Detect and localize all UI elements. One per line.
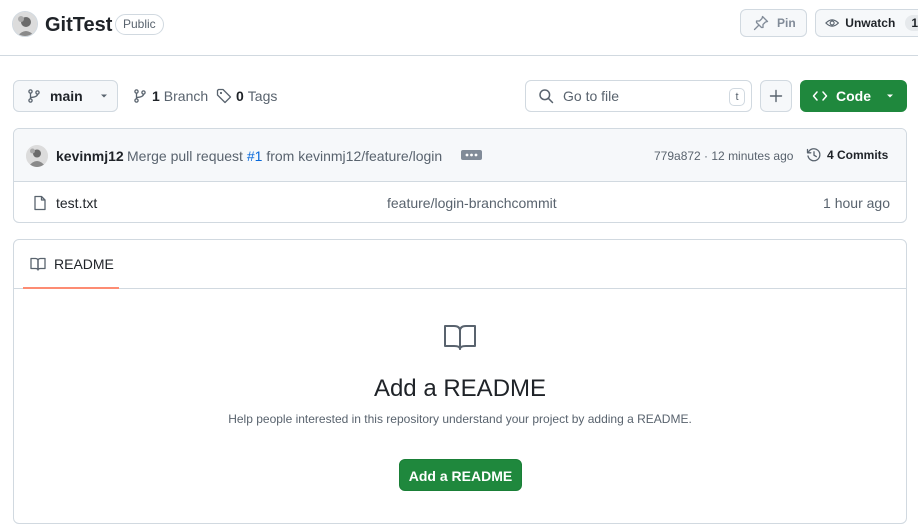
pin-label: Pin [777,16,796,30]
tag-count: 0 [236,88,244,104]
code-label: Code [836,88,871,104]
commit-author[interactable]: kevinmj12 [56,148,124,164]
unwatch-button[interactable]: Unwatch 1 [815,9,918,37]
book-icon [444,325,476,350]
code-icon [812,91,828,101]
add-file-button[interactable] [760,80,792,112]
commit-message-suffix: from kevinmj12/feature/login [266,148,443,164]
commits-count-label: 4 Commits [827,148,889,162]
branch-name: main [50,88,83,104]
tab-readme[interactable]: README [23,240,119,289]
kebab-horizontal-icon[interactable] [461,150,482,160]
readme-title: Add a README [373,375,547,402]
unwatch-label: Unwatch [845,16,896,30]
branch-count: 1 [152,88,160,104]
add-readme-button[interactable]: Add a README [399,459,522,491]
pin-button[interactable]: Pin [740,9,807,37]
file-commit-message[interactable]: feature/login-branchcommit [387,195,557,211]
branch-selector[interactable]: main [13,80,118,112]
eye-icon [825,19,840,27]
readme-empty-state: Add a README Help people interested in t… [14,290,906,524]
chevron-down-icon [887,94,893,98]
commit-message-prefix: Merge pull request [127,148,243,164]
repo-name[interactable]: GitTest [45,12,112,38]
file-name[interactable]: test.txt [56,195,97,211]
branch-label: Branch [163,88,209,104]
commits-history-link[interactable]: 4 Commits [806,147,888,163]
shortcut-hint: t [729,88,745,106]
commit-author-avatar[interactable] [26,145,48,167]
history-icon [806,148,821,162]
file-browser: kevinmj12 Merge pull request #1 from kev… [13,128,907,223]
watch-counter: 1 [905,15,918,31]
owner-avatar[interactable] [12,11,38,37]
commit-message[interactable]: Merge pull request #1 from kevinmj12/fea… [127,148,442,164]
code-button[interactable]: Code [800,80,907,112]
tag-label: Tags [247,88,278,104]
go-to-file-placeholder: Go to file [563,88,620,104]
commit-sha-time[interactable]: 779a872 · 12 minutes ago [654,149,793,163]
chevron-down-icon [100,94,107,98]
readme-panel: README Add a README Help people interest… [13,239,907,524]
pull-request-link[interactable]: #1 [247,148,263,164]
file-age: 1 hour ago [823,195,890,211]
tags-link[interactable]: 0 Tags [216,88,277,104]
tab-readme-label: README [54,255,114,272]
pin-icon [753,15,769,31]
branch-icon [134,89,146,103]
search-icon [539,89,554,104]
readme-tabbar: README [14,240,906,289]
visibility-badge: Public [115,14,164,35]
branches-link[interactable]: 1 Branch [132,88,208,104]
latest-commit-bar: kevinmj12 Merge pull request #1 from kev… [14,129,906,182]
file-icon [34,195,46,211]
repo-header: GitTest Public Pin Unwatch 1 [0,0,918,56]
go-to-file-input[interactable]: Go to file t [525,80,752,112]
book-icon [30,257,46,271]
tag-icon [216,88,232,104]
file-row[interactable]: test.txt feature/login-branchcommit 1 ho… [14,182,906,222]
branch-icon [28,89,40,103]
plus-icon [769,89,783,103]
readme-help-text: Help people interested in this repositor… [228,412,692,426]
